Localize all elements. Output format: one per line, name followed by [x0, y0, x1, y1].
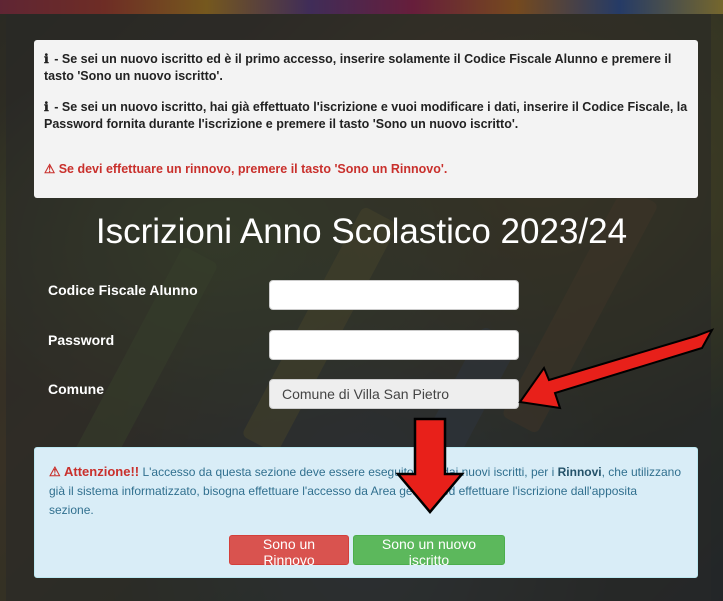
password-input[interactable] — [269, 330, 519, 360]
renewal-button[interactable]: Sono un Rinnovo — [229, 535, 349, 568]
info-icon: ℹ — [44, 99, 49, 114]
page-title: Iscrizioni Anno Scolastico 2023/24 — [95, 212, 628, 251]
password-label: Password — [48, 332, 115, 348]
alert-rinnovi: Rinnovi — [557, 465, 602, 479]
info-new-first-access: ℹ - Se sei un nuovo iscritto ed è il pri… — [44, 51, 672, 83]
new-student-button[interactable]: Sono un nuovo iscritto — [353, 535, 505, 568]
alert-attention-label: Attenzione!! — [64, 464, 140, 479]
info-renewal-warning: ⚠ Se devi effettuare un rinnovo, premere… — [44, 162, 448, 176]
info-icon: ℹ — [44, 51, 49, 66]
codice-fiscale-input[interactable] — [269, 280, 519, 310]
warning-icon: ⚠ — [49, 464, 61, 479]
warning-icon: ⚠ — [44, 162, 56, 176]
comune-field[interactable] — [269, 379, 519, 409]
codice-fiscale-label: Codice Fiscale Alunno — [48, 282, 198, 298]
info-box: ℹ - Se sei un nuovo iscritto ed è il pri… — [34, 40, 698, 198]
alert-text: L'accesso da questa sezione deve essere … — [139, 465, 558, 479]
info-new-modify: ℹ - Se sei un nuovo iscritto, hai già ef… — [44, 99, 688, 131]
comune-label: Comune — [48, 381, 104, 397]
